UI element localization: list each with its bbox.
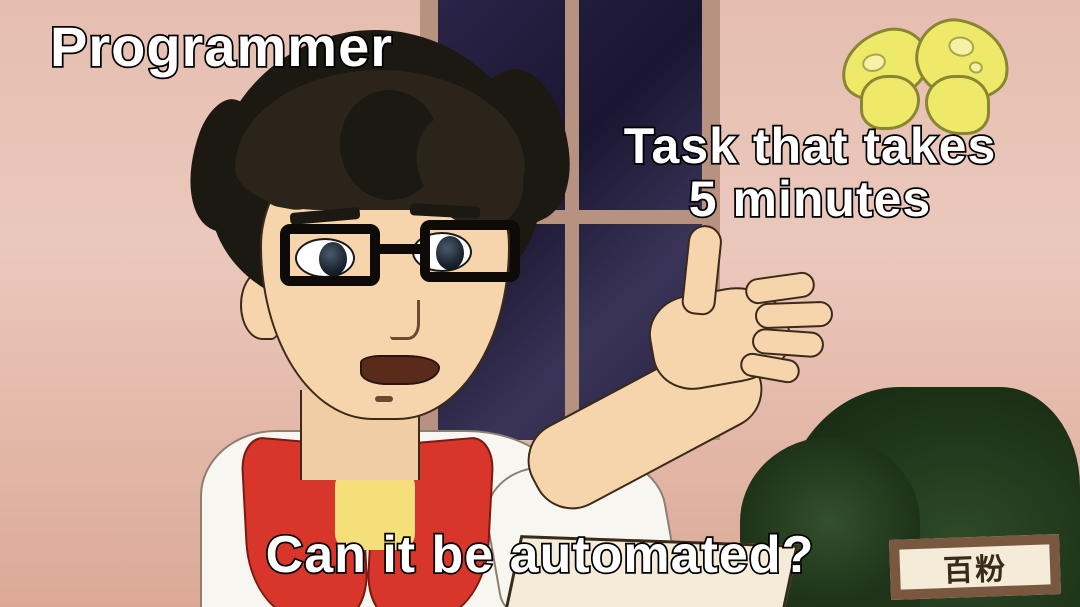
meme-label-subject: Programmer xyxy=(50,18,393,77)
gesturing-hand xyxy=(630,230,820,390)
meme-label-object: Task that takes5 minutes xyxy=(600,120,1020,225)
meme-caption: Can it be automated? xyxy=(0,528,1080,583)
glasses-icon xyxy=(280,220,520,290)
meme-image: 百粉 Programmer Task that takes5 minutes C… xyxy=(0,0,1080,607)
